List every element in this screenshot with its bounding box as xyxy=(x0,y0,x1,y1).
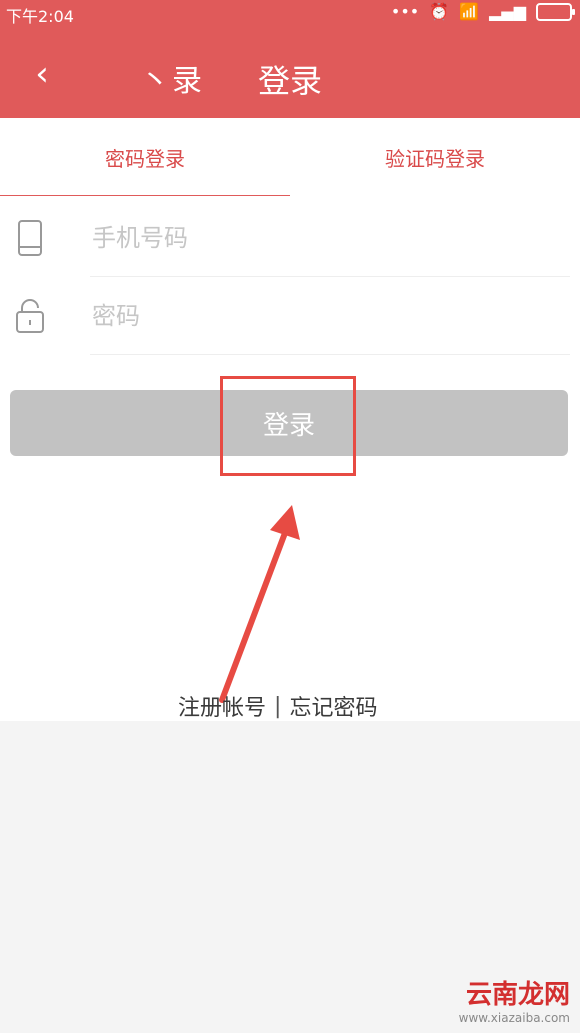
page-title: 登录 xyxy=(258,62,323,100)
footer-links: 注册帐号 | 忘记密码 xyxy=(178,690,377,722)
back-button[interactable]: ‹ xyxy=(22,52,62,96)
tab-sms-login[interactable]: 验证码登录 xyxy=(290,118,580,196)
tab-label-sms-login: 验证码登录 xyxy=(385,146,485,171)
chevron-left-icon: ‹ xyxy=(35,54,49,94)
toolbar-hint: 丶录 xyxy=(140,64,204,99)
battery-icon xyxy=(536,2,575,21)
more-icon: ••• xyxy=(390,2,420,21)
tab-label-password-login: 密码登录 xyxy=(105,146,185,171)
login-form xyxy=(0,196,580,376)
status-bar: 下午2:04 ••• ⏰ 📶 ▂▄▆ xyxy=(0,0,580,26)
footer-separator: | xyxy=(274,693,282,719)
watermark-sub: www.xiazaiba.com xyxy=(458,1011,570,1025)
forgot-password-link[interactable]: 忘记密码 xyxy=(289,690,377,722)
password-input[interactable] xyxy=(90,276,564,356)
register-link[interactable]: 注册帐号 xyxy=(178,690,266,722)
status-time: 下午2:04 xyxy=(6,7,74,26)
app-header: 下午2:04 ••• ⏰ 📶 ▂▄▆ ‹ 丶录 登录 xyxy=(0,0,580,118)
alarm-icon: ⏰ xyxy=(429,2,450,21)
lock-icon xyxy=(12,290,48,342)
status-icons: ••• ⏰ 📶 ▂▄▆ xyxy=(390,2,575,21)
phone-input[interactable] xyxy=(90,198,564,278)
phone-row xyxy=(0,198,580,278)
watermark-main: 云南龙网 xyxy=(465,980,570,1010)
password-row xyxy=(0,276,580,356)
divider xyxy=(90,354,570,355)
watermark: 云南龙网 www.xiazaiba.com xyxy=(459,974,570,1025)
signal-icon: ▂▄▆ xyxy=(489,2,526,21)
tab-password-login[interactable]: 密码登录 xyxy=(0,118,290,198)
login-tabs: 密码登录 验证码登录 xyxy=(0,118,580,198)
phone-icon xyxy=(12,212,48,264)
wifi-icon: 📶 xyxy=(459,2,480,21)
login-button[interactable]: 登录 xyxy=(10,390,568,456)
